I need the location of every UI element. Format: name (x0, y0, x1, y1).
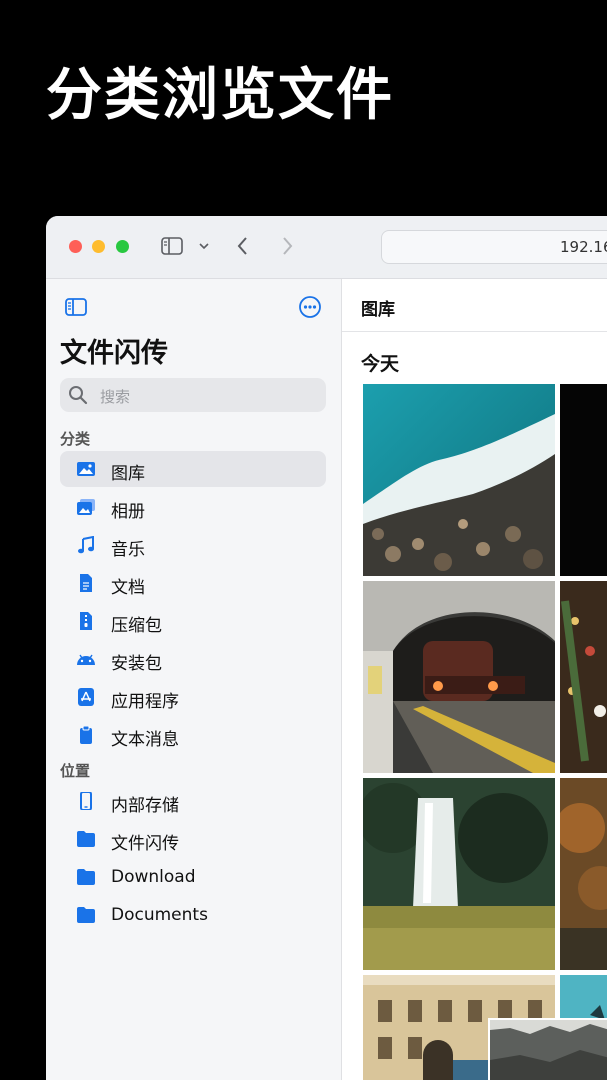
sidebar-item-label: 文件闪传 (111, 834, 179, 854)
app-store-icon (78, 688, 94, 706)
zip-icon (80, 612, 92, 630)
forward-icon[interactable] (280, 234, 294, 258)
photo-waterfall[interactable] (363, 778, 555, 970)
close-window-button[interactable] (69, 240, 82, 253)
sidebar-panel-icon[interactable] (64, 295, 88, 319)
sidebar-item-label: 内部存储 (111, 796, 179, 816)
photo-ocean-waves[interactable] (363, 384, 555, 576)
folder-icon (77, 869, 95, 885)
sidebar-item-documents[interactable]: 文档 (60, 565, 326, 601)
chevron-down-icon[interactable] (198, 234, 210, 258)
sidebar: 文件闪传 搜索 分类 图库 相册 音乐 文档 压缩包 安装包 应用程序 文本消息… (46, 279, 342, 1080)
sidebar-item-music[interactable]: 音乐 (60, 527, 326, 563)
sidebar-item-label: 图库 (111, 464, 145, 484)
sidebar-toggle-icon[interactable] (160, 234, 184, 258)
zoom-window-button[interactable] (116, 240, 129, 253)
sidebar-item-label: Download (111, 867, 196, 887)
mini-preview-thumbnail (488, 1018, 607, 1080)
sidebar-item-download[interactable]: Download (60, 859, 326, 895)
sidebar-item-gallery[interactable]: 图库 (60, 451, 326, 487)
folder-icon (77, 831, 95, 847)
sidebar-item-documents-folder[interactable]: Documents (60, 897, 326, 933)
headline: 分类浏览文件 (46, 63, 394, 128)
clipboard-icon (80, 726, 92, 744)
search-placeholder: 搜索 (100, 388, 131, 406)
sidebar-item-archives[interactable]: 压缩包 (60, 603, 326, 639)
sidebar-item-label: 应用程序 (111, 692, 179, 712)
sidebar-item-file-transfer-folder[interactable]: 文件闪传 (60, 821, 326, 857)
back-icon[interactable] (236, 234, 250, 258)
search-input[interactable]: 搜索 (60, 378, 326, 412)
sidebar-item-label: 音乐 (111, 540, 145, 560)
image-icon (77, 462, 95, 476)
sidebar-item-label: Documents (111, 905, 208, 925)
address-bar[interactable]: 192.16 (381, 230, 607, 264)
phone-icon (80, 792, 92, 810)
section-title-locations: 位置 (60, 762, 91, 780)
minimize-window-button[interactable] (92, 240, 105, 253)
sidebar-item-label: 安装包 (111, 654, 162, 674)
sidebar-item-apps[interactable]: 应用程序 (60, 679, 326, 715)
more-options-icon[interactable] (298, 295, 322, 319)
photo-subway-tunnel[interactable] (363, 581, 555, 773)
sidebar-item-text-messages[interactable]: 文本消息 (60, 717, 326, 753)
sidebar-item-label: 文档 (111, 578, 145, 598)
main-content: 图库 今天 (342, 279, 607, 1080)
search-icon (69, 386, 88, 405)
music-note-icon (78, 536, 94, 554)
sidebar-item-albums[interactable]: 相册 (60, 489, 326, 525)
photo-autumn-forest[interactable] (560, 778, 607, 970)
photo-album-icon (77, 499, 95, 515)
page-title: 图库 (361, 300, 395, 320)
app-title: 文件闪传 (60, 338, 168, 369)
android-icon (77, 654, 95, 665)
sidebar-item-packages[interactable]: 安装包 (60, 641, 326, 677)
folder-icon (77, 907, 95, 923)
browser-window: 192.16 文件闪传 搜索 分类 图库 相册 音乐 文档 (46, 216, 607, 1080)
url-text: 192.16 (560, 238, 607, 256)
title-bar: 192.16 (46, 216, 607, 279)
section-title-categories: 分类 (60, 430, 91, 448)
sidebar-item-label: 文本消息 (111, 730, 179, 750)
sidebar-item-internal-storage[interactable]: 内部存储 (60, 783, 326, 819)
sidebar-item-label: 压缩包 (111, 616, 162, 636)
sidebar-item-label: 相册 (111, 502, 145, 522)
date-header: 今天 (361, 353, 400, 375)
photo-christmas-decorations[interactable] (560, 581, 607, 773)
document-icon (80, 574, 92, 592)
photo-dark[interactable] (560, 384, 607, 576)
divider (342, 331, 607, 332)
